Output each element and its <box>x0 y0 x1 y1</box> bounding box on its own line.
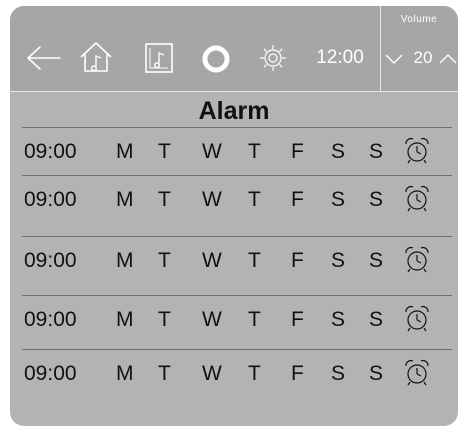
day-toggle-mon[interactable]: M <box>116 307 134 333</box>
top-bar: 12:00 Volume 20 <box>10 6 458 91</box>
music-note-icon[interactable] <box>144 42 174 74</box>
day-toggle-tue[interactable]: T <box>158 361 171 387</box>
chevron-up-icon[interactable] <box>438 52 458 66</box>
day-toggle-sat[interactable]: S <box>331 187 345 213</box>
day-toggle-sun[interactable]: S <box>369 139 383 165</box>
chevron-down-icon[interactable] <box>384 52 404 66</box>
arrow-left-icon[interactable] <box>26 44 62 72</box>
day-toggle-mon[interactable]: M <box>116 248 134 274</box>
circle-icon[interactable] <box>201 44 231 74</box>
alarm-clock-icon[interactable] <box>404 246 430 274</box>
clock-display: 12:00 <box>316 47 364 68</box>
day-toggle-mon[interactable]: M <box>116 361 134 387</box>
alarm-time[interactable]: 09:00 <box>24 307 77 333</box>
volume-divider <box>380 6 381 91</box>
day-toggle-sat[interactable]: S <box>331 361 345 387</box>
day-toggle-sun[interactable]: S <box>369 248 383 274</box>
alarm-clock-icon[interactable] <box>404 359 430 387</box>
day-toggle-fri[interactable]: F <box>291 139 304 165</box>
day-toggle-wed[interactable]: W <box>202 139 222 165</box>
day-toggle-wed[interactable]: W <box>202 248 222 274</box>
day-toggle-thu[interactable]: T <box>248 187 261 213</box>
day-toggle-wed[interactable]: W <box>202 307 222 333</box>
day-toggle-tue[interactable]: T <box>158 187 171 213</box>
home-music-icon[interactable] <box>78 40 114 74</box>
day-toggle-thu[interactable]: T <box>248 248 261 274</box>
alarm-time[interactable]: 09:00 <box>24 248 77 274</box>
day-toggle-tue[interactable]: T <box>158 139 171 165</box>
alarm-row[interactable]: 09:00 M T W T F S S <box>22 175 452 223</box>
day-toggle-thu[interactable]: T <box>248 361 261 387</box>
day-toggle-fri[interactable]: F <box>291 187 304 213</box>
day-toggle-tue[interactable]: T <box>158 307 171 333</box>
alarm-clock-icon[interactable] <box>404 137 430 165</box>
row-divider <box>22 295 452 296</box>
day-toggle-fri[interactable]: F <box>291 248 304 274</box>
row-divider <box>22 236 452 237</box>
day-toggle-mon[interactable]: M <box>116 187 134 213</box>
day-toggle-wed[interactable]: W <box>202 361 222 387</box>
alarm-row[interactable]: 09:00 M T W T F S S <box>22 127 452 175</box>
row-divider <box>22 127 452 128</box>
row-divider <box>22 349 452 350</box>
day-toggle-sun[interactable]: S <box>369 361 383 387</box>
alarm-time[interactable]: 09:00 <box>24 139 77 165</box>
day-toggle-sun[interactable]: S <box>369 187 383 213</box>
day-toggle-sun[interactable]: S <box>369 307 383 333</box>
alarm-row[interactable]: 09:00 M T W T F S S <box>22 236 452 284</box>
alarm-row[interactable]: 09:00 M T W T F S S <box>22 295 452 343</box>
alarm-row[interactable]: 09:00 M T W T F S S <box>22 349 452 397</box>
day-toggle-wed[interactable]: W <box>202 187 222 213</box>
volume-label: Volume <box>400 14 438 25</box>
day-toggle-sat[interactable]: S <box>331 139 345 165</box>
day-toggle-mon[interactable]: M <box>116 139 134 165</box>
day-toggle-fri[interactable]: F <box>291 361 304 387</box>
gear-icon[interactable] <box>258 43 288 73</box>
day-toggle-sat[interactable]: S <box>331 248 345 274</box>
day-toggle-tue[interactable]: T <box>158 248 171 274</box>
day-toggle-fri[interactable]: F <box>291 307 304 333</box>
page-title: Alarm <box>198 97 270 125</box>
alarm-clock-icon[interactable] <box>404 305 430 333</box>
day-toggle-thu[interactable]: T <box>248 307 261 333</box>
alarm-time[interactable]: 09:00 <box>24 361 77 387</box>
alarm-panel: 12:00 Volume 20 Alarm 09:00 M T W T F S … <box>10 6 458 426</box>
top-divider <box>10 91 458 92</box>
day-toggle-sat[interactable]: S <box>331 307 345 333</box>
alarm-time[interactable]: 09:00 <box>24 187 77 213</box>
row-divider <box>22 175 452 176</box>
volume-value: 20 <box>413 48 433 67</box>
alarm-clock-icon[interactable] <box>404 185 430 213</box>
day-toggle-thu[interactable]: T <box>248 139 261 165</box>
